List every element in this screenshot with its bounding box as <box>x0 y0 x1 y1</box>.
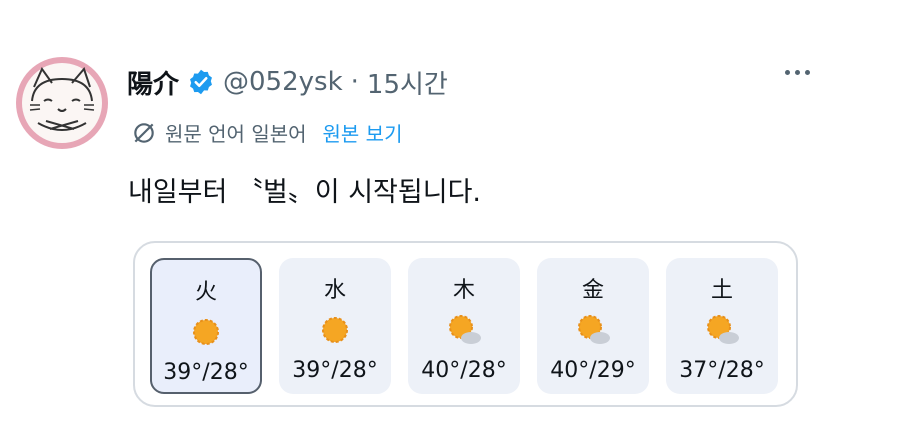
more-options-button[interactable] <box>785 70 810 75</box>
avatar[interactable] <box>16 57 108 149</box>
more-dot-icon <box>805 70 810 75</box>
weather-day-wed[interactable]: 水 39°/28° <box>279 258 391 394</box>
display-name[interactable]: 陽介 <box>127 64 179 101</box>
verified-badge-icon <box>190 69 212 95</box>
day-temperature: 39°/28° <box>292 358 378 383</box>
separator-dot: · <box>350 67 359 97</box>
tweet-text: 내일부터 〝벌〟이 시작됩니다. <box>128 177 481 208</box>
day-temperature: 39°/28° <box>163 360 249 385</box>
weather-card: 火 39°/28° 水 39°/28° 木 40°/28° 金 40°/29° … <box>133 241 798 407</box>
weather-day-thu[interactable]: 木 40°/28° <box>408 258 520 394</box>
weather-day-sat[interactable]: 土 37°/28° <box>666 258 778 394</box>
weather-day-fri[interactable]: 金 40°/29° <box>537 258 649 394</box>
day-label: 金 <box>581 278 604 303</box>
weather-day-tue[interactable]: 火 39°/28° <box>150 258 262 394</box>
user-handle[interactable]: @052ysk <box>223 67 343 97</box>
cat-avatar-icon <box>22 63 102 143</box>
timestamp[interactable]: 15시간 <box>367 64 448 101</box>
day-label: 水 <box>323 278 346 303</box>
sun-icon <box>152 312 260 356</box>
sun-cloud-icon <box>666 310 778 354</box>
day-label: 土 <box>710 278 733 303</box>
day-temperature: 40°/29° <box>550 358 636 383</box>
sun-cloud-icon <box>408 310 520 354</box>
day-label: 火 <box>194 280 217 305</box>
show-original-link[interactable]: 원본 보기 <box>323 118 403 147</box>
tweet-header: 陽介 @052ysk · 15시간 <box>127 62 448 102</box>
more-dot-icon <box>795 70 800 75</box>
day-temperature: 40°/28° <box>421 358 507 383</box>
translation-notice: 원문 언어 일본어 원본 보기 <box>131 118 402 147</box>
sun-icon <box>279 310 391 354</box>
translation-note: 원문 언어 일본어 <box>165 122 307 146</box>
day-temperature: 37°/28° <box>679 358 765 383</box>
more-dot-icon <box>785 70 790 75</box>
sun-cloud-icon <box>537 310 649 354</box>
day-label: 木 <box>452 278 475 303</box>
translate-icon <box>134 122 154 143</box>
